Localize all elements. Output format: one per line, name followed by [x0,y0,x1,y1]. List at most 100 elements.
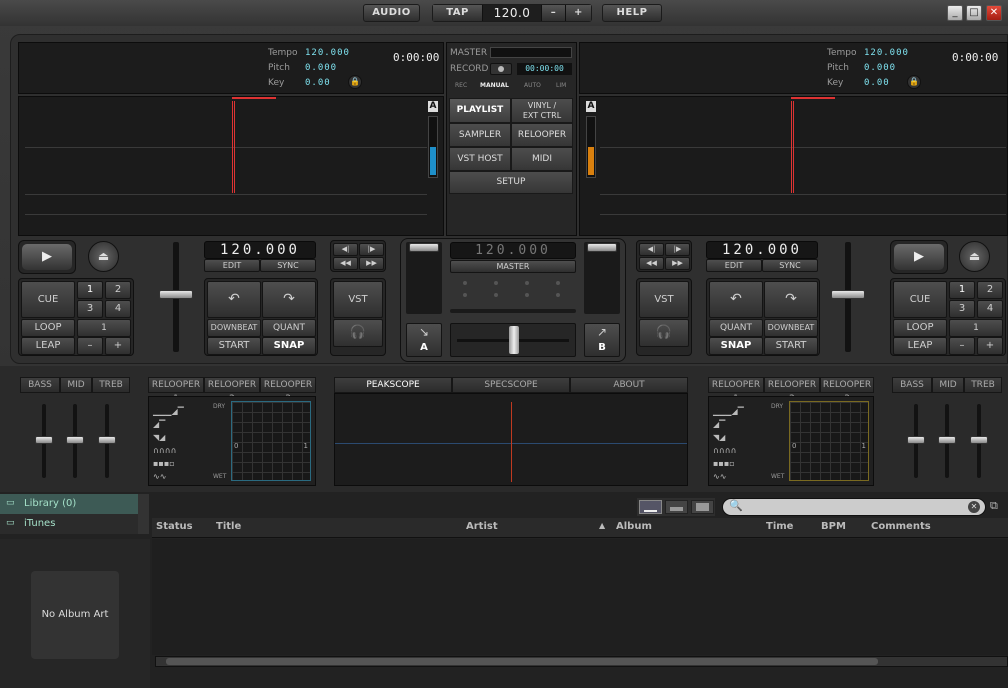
column-status[interactable]: Status [156,521,193,532]
track-list[interactable] [152,539,1008,655]
setup-button[interactable]: SETUP [449,171,573,194]
quant-button[interactable]: QUANT [262,319,316,337]
left-sync-button[interactable]: SYNC [260,259,316,272]
column-bpm[interactable]: BPM [821,521,846,532]
minimize-icon[interactable]: _ [947,5,963,21]
right-pitch-slider-thumb[interactable] [831,290,865,299]
record-button[interactable] [490,63,512,75]
comb-icon[interactable]: ∩∩∩∩ [153,444,205,457]
headphones-icon[interactable]: 🎧 [639,319,689,347]
lowpass-icon[interactable]: ◢▔ [153,418,205,431]
peakscope-tab[interactable]: PEAKSCOPE [334,377,452,393]
noise-icon[interactable]: ∿∿ [153,470,205,483]
hotcue-1-button[interactable]: 1 [949,281,975,299]
start-button[interactable]: START [764,337,818,355]
maximize-icon[interactable]: □ [966,5,982,21]
undo-icon[interactable]: ↶ [709,281,763,318]
snap-button[interactable]: SNAP [709,337,763,355]
hotcue-2-button[interactable]: 2 [977,281,1003,299]
bpm-increase-button[interactable]: + [565,5,591,21]
itunes-tree-item[interactable]: iTunes [0,514,138,534]
horizontal-scrollbar[interactable] [155,656,1008,667]
scrollbar-thumb[interactable] [166,658,878,665]
eq-treb-tab[interactable]: TREB [92,377,130,393]
cue-button[interactable]: CUE [21,281,75,318]
highpass-icon[interactable]: ▁▁▁◢▔ [713,405,765,418]
lowpass-icon[interactable]: ◢▔ [713,418,765,431]
loop-length-button[interactable]: 1 [949,319,1003,337]
vinyl-ext-ctrl-button[interactable]: VINYL / EXT CTRL [511,98,573,123]
mode-rec[interactable]: REC [455,82,467,89]
nudge-forward-icon[interactable]: |▶ [359,243,384,256]
column-time[interactable]: Time [766,521,793,532]
fast-forward-icon[interactable]: ▶▶ [359,257,384,270]
leap-back-button[interactable]: – [949,337,975,355]
leap-forward-button[interactable]: + [105,337,131,355]
right-edit-button[interactable]: EDIT [706,259,762,272]
hotcue-2-button[interactable]: 2 [105,281,131,299]
play-button[interactable]: ▶ [22,244,72,270]
specscope-tab[interactable]: SPECSCOPE [452,377,570,393]
crossfader-track[interactable] [450,323,576,357]
close-icon[interactable]: ✕ [986,5,1002,21]
right-sync-button[interactable]: SYNC [762,259,818,272]
about-tab[interactable]: ABOUT [570,377,688,393]
help-button[interactable]: HELP [602,4,662,22]
column-artist[interactable]: Artist [466,521,498,532]
relooper-1-tab[interactable]: RELOOPER 1 [708,377,764,404]
leap-button[interactable]: LEAP [21,337,75,355]
leap-forward-button[interactable]: + [977,337,1003,355]
mode-auto[interactable]: AUTO [524,82,541,89]
master-button[interactable]: MASTER [450,260,576,273]
right-channel-fader-track[interactable] [584,242,620,314]
column-comments[interactable]: Comments [871,521,931,532]
nudge-back-icon[interactable]: ◀| [333,243,358,256]
nudge-forward-icon[interactable]: |▶ [665,243,690,256]
eq-bass-thumb[interactable] [907,436,925,444]
stutter-icon[interactable]: ▪▪▪▫ [713,457,765,470]
mode-manual[interactable]: MANUAL [480,82,509,89]
redo-icon[interactable]: ↷ [764,281,818,318]
relooper-xy-pad[interactable]: 0 1 [231,401,311,481]
eq-mid-tab[interactable]: MID [60,377,92,393]
tap-button[interactable]: TAP [433,5,483,21]
headphones-icon[interactable]: 🎧 [333,319,383,347]
left-edit-button[interactable]: EDIT [204,259,260,272]
key-lock-icon[interactable]: 🔒 [907,75,921,89]
playlist-button[interactable]: PLAYLIST [449,98,511,123]
loop-button[interactable]: LOOP [21,319,75,337]
downbeat-button[interactable]: DOWNBEAT [207,319,261,337]
clear-search-icon[interactable]: ✕ [968,501,980,513]
crossfader-b-button[interactable]: ↗ B [584,323,620,357]
search-input[interactable] [745,501,955,514]
eq-mid-thumb[interactable] [66,436,84,444]
relooper-3-tab[interactable]: RELOOPER 3 [820,377,874,404]
left-pitch-slider-thumb[interactable] [159,290,193,299]
eq-mid-thumb[interactable] [938,436,956,444]
noise-icon[interactable]: ∿∿ [713,470,765,483]
relooper-1-tab[interactable]: RELOOPER 1 [148,377,204,404]
hotcue-1-button[interactable]: 1 [77,281,103,299]
vst-button[interactable]: VST [333,281,383,318]
stutter-icon[interactable]: ▪▪▪▫ [153,457,205,470]
view-list-icon[interactable] [639,500,662,514]
filter-shape-list[interactable]: ▁▁▁◢▔ ◢▔ ◥◢ ∩∩∩∩ ▪▪▪▫ ∿∿ [713,405,765,483]
right-channel-fader-thumb[interactable] [587,243,617,252]
key-lock-icon[interactable]: 🔒 [348,75,362,89]
eq-bass-thumb[interactable] [35,436,53,444]
bandpass-icon[interactable]: ◥◢ [713,431,765,444]
eq-mid-tab[interactable]: MID [932,377,964,393]
vst-button[interactable]: VST [639,281,689,318]
fast-forward-icon[interactable]: ▶▶ [665,257,690,270]
library-tree-item[interactable]: Library (0) [0,494,138,514]
left-channel-fader-track[interactable] [406,242,442,314]
midi-button[interactable]: MIDI [511,147,573,171]
eject-button[interactable]: ⏏ [88,241,119,272]
column-album[interactable]: Album [616,521,652,532]
downbeat-button[interactable]: DOWNBEAT [764,319,818,337]
comb-icon[interactable]: ∩∩∩∩ [713,444,765,457]
rewind-icon[interactable]: ◀◀ [333,257,358,270]
sampler-button[interactable]: SAMPLER [449,123,511,147]
loop-length-button[interactable]: 1 [77,319,131,337]
redo-icon[interactable]: ↷ [262,281,316,318]
